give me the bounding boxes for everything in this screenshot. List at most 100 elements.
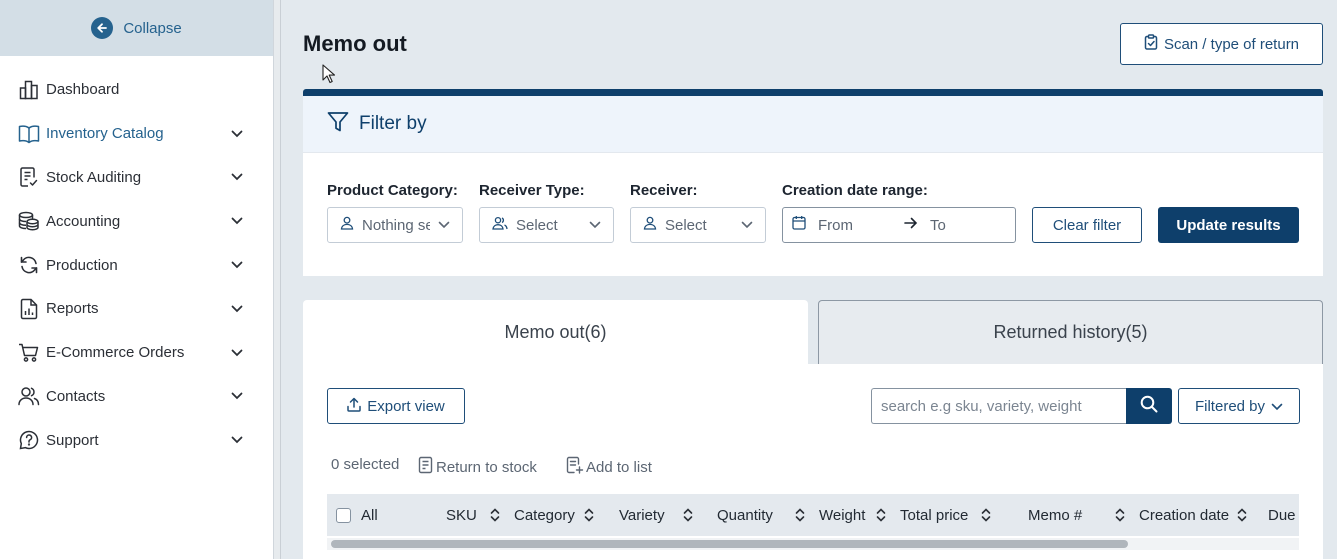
chevron-down-icon xyxy=(231,259,243,271)
coins-icon xyxy=(18,210,40,232)
receiver-type-value: Select xyxy=(516,216,558,234)
chevron-down-icon xyxy=(589,221,603,229)
creation-date-range-picker[interactable]: From To xyxy=(782,207,1016,243)
sidebar-item-support[interactable]: Support xyxy=(0,418,273,462)
search-input[interactable] xyxy=(871,388,1126,424)
sidebar-item-label: Production xyxy=(46,256,118,274)
filter-title: Filter by xyxy=(359,113,427,134)
sort-icon[interactable] xyxy=(981,507,991,523)
receiver-select[interactable]: Select xyxy=(630,207,766,243)
chevron-down-icon xyxy=(231,390,243,402)
sort-icon[interactable] xyxy=(876,507,886,523)
sidebar-item-production[interactable]: Production xyxy=(0,243,273,287)
add-to-list-button[interactable]: Add to list xyxy=(566,456,652,478)
sidebar-item-inventory-catalog[interactable]: Inventory Catalog xyxy=(0,112,273,156)
user-icon xyxy=(340,216,354,235)
filter-panel: Filter by Product Category: Nothing sele… xyxy=(303,89,1323,276)
collapse-label: Collapse xyxy=(123,19,182,37)
sidebar-item-e-commerce-orders[interactable]: E-Commerce Orders xyxy=(0,331,273,375)
filtered-by-label: Filtered by xyxy=(1194,397,1266,415)
arrow-right-icon xyxy=(904,216,918,234)
sidebar-item-label: Inventory Catalog xyxy=(46,125,164,143)
dashboard-icon xyxy=(18,79,40,101)
add-to-list-label: Add to list xyxy=(586,458,652,476)
product-category-value: Nothing selected xyxy=(362,216,430,234)
sidebar-item-label: Accounting xyxy=(46,212,121,230)
horizontal-scrollbar[interactable] xyxy=(327,538,1299,550)
refresh-icon xyxy=(18,254,40,276)
calendar-icon xyxy=(792,215,806,235)
scan-return-button[interactable]: Scan / type of return xyxy=(1120,23,1323,65)
arrow-left-icon xyxy=(91,17,114,39)
sort-icon[interactable] xyxy=(795,507,805,523)
receiver-value: Select xyxy=(665,216,707,234)
filter-header[interactable]: Filter by xyxy=(303,96,1323,153)
filter-icon xyxy=(327,111,349,138)
sort-icon[interactable] xyxy=(1115,507,1125,523)
filtered-by-dropdown[interactable]: Filtered by xyxy=(1178,388,1300,424)
page-title: Memo out xyxy=(303,31,407,56)
memo-table-panel: Export view Filtered by 0 selected Retur… xyxy=(303,364,1323,559)
sidebar-item-label: Stock Auditing xyxy=(46,168,142,186)
chevron-down-icon xyxy=(231,303,243,315)
main-content: Memo out Scan / type of return Filter by… xyxy=(281,0,1337,559)
mouse-cursor-icon xyxy=(322,64,336,89)
column-header-memo-number[interactable]: Memo # xyxy=(1028,494,1082,536)
chevron-down-icon xyxy=(231,347,243,359)
report-icon xyxy=(18,298,40,320)
column-header-variety[interactable]: Variety xyxy=(619,494,665,536)
collapse-button[interactable]: Collapse xyxy=(0,0,273,56)
clear-filter-button[interactable]: Clear filter xyxy=(1032,207,1142,243)
return-to-stock-label: Return to stock xyxy=(436,458,537,476)
chevron-down-icon xyxy=(741,221,755,229)
chevron-down-icon xyxy=(1271,398,1283,415)
scrollbar-thumb[interactable] xyxy=(331,540,1128,548)
sidebar-item-reports[interactable]: Reports xyxy=(0,287,273,331)
update-results-button[interactable]: Update results xyxy=(1158,207,1299,243)
date-from-field[interactable]: From xyxy=(818,217,904,234)
export-view-button[interactable]: Export view xyxy=(327,388,465,424)
sidebar-item-label: Dashboard xyxy=(46,81,120,99)
tab-returned-history[interactable]: Returned history(5) xyxy=(818,300,1323,364)
users-icon xyxy=(18,385,40,407)
column-header-total-price[interactable]: Total price xyxy=(900,494,968,536)
sidebar-item-accounting[interactable]: Accounting xyxy=(0,199,273,243)
sidebar-item-label: Contacts xyxy=(46,387,106,405)
sort-icon[interactable] xyxy=(1237,507,1247,523)
tab-memo-out[interactable]: Memo out(6) xyxy=(303,300,808,364)
book-icon xyxy=(18,123,40,145)
date-to-field[interactable]: To xyxy=(930,217,946,234)
search-button[interactable] xyxy=(1126,388,1172,424)
column-header-all: All xyxy=(361,506,378,524)
chevron-down-icon xyxy=(231,434,243,446)
column-header-creation-date[interactable]: Creation date xyxy=(1139,494,1229,536)
sort-icon[interactable] xyxy=(490,507,500,523)
column-header-weight[interactable]: Weight xyxy=(819,494,865,536)
column-header-quantity[interactable]: Quantity xyxy=(717,494,773,536)
receiver-type-select[interactable]: Select xyxy=(479,207,614,243)
column-header-due[interactable]: Due xyxy=(1268,494,1296,536)
sidebar-item-label: Support xyxy=(46,431,99,449)
sort-icon[interactable] xyxy=(584,507,594,523)
sidebar-nav: Dashboard Inventory Catalog Stock Auditi… xyxy=(0,68,273,462)
column-header-category[interactable]: Category xyxy=(514,494,575,536)
sidebar-item-label: Reports xyxy=(46,300,99,318)
sort-icon[interactable] xyxy=(683,507,693,523)
select-all-column[interactable]: All xyxy=(336,494,378,536)
clipboard-check-icon xyxy=(1144,34,1158,54)
help-icon xyxy=(18,429,40,451)
sidebar-item-dashboard[interactable]: Dashboard xyxy=(0,68,273,112)
sidebar-item-stock-auditing[interactable]: Stock Auditing xyxy=(0,156,273,200)
user-icon xyxy=(643,216,657,235)
product-category-label: Product Category: xyxy=(327,182,458,199)
select-all-checkbox[interactable] xyxy=(336,507,351,523)
list-add-icon xyxy=(566,456,584,478)
return-to-stock-button[interactable]: Return to stock xyxy=(418,456,537,478)
creation-date-label: Creation date range: xyxy=(782,182,928,199)
sidebar-resize-handle[interactable] xyxy=(273,0,281,559)
filter-body: Product Category: Nothing selected Recei… xyxy=(303,153,1323,276)
product-category-select[interactable]: Nothing selected xyxy=(327,207,463,243)
sidebar-item-contacts[interactable]: Contacts xyxy=(0,375,273,419)
column-header-sku[interactable]: SKU xyxy=(446,494,477,536)
document-icon xyxy=(418,456,434,478)
